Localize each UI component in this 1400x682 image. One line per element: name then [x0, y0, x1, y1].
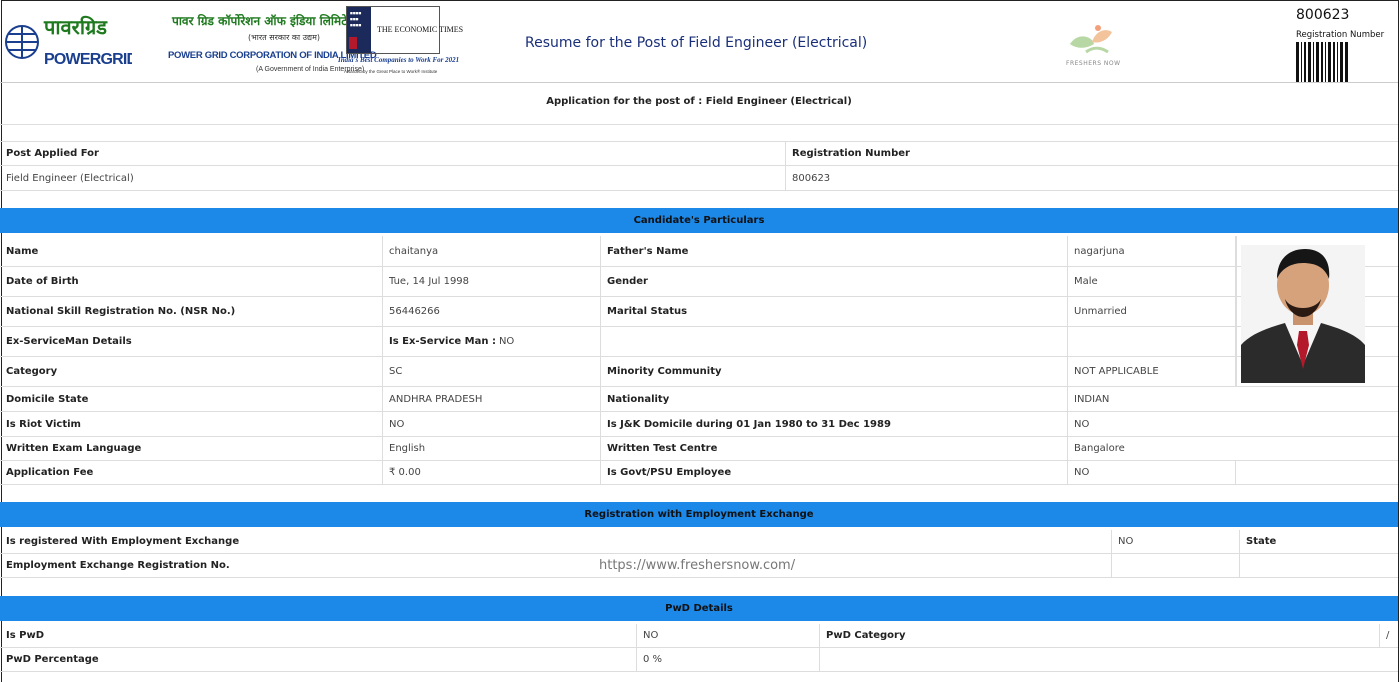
employment-registered-label: Is registered With Employment Exchange	[0, 530, 1112, 553]
employment-registered-value: NO	[1112, 530, 1240, 553]
company-name-hindi: पावर ग्रिड कॉर्पोरेशन ऑफ इंडिया लिमिटेड	[172, 14, 354, 28]
post-applied-label: Post Applied For	[0, 142, 786, 165]
nationality-value: INDIAN	[1074, 393, 1110, 405]
header-registration-label: Registration Number	[1296, 30, 1385, 40]
nsr-value: 56446266	[383, 297, 601, 326]
employment-row: Is registered With Employment Exchange N…	[0, 530, 1398, 554]
employment-reg-no-value	[1112, 554, 1240, 577]
et-title: THE ECONOMIC TIMES	[377, 25, 464, 34]
name-label: Name	[0, 236, 383, 266]
jk-domicile-value: NO	[1074, 418, 1090, 430]
candidate-particulars-banner: Candidate's Particulars	[0, 208, 1398, 233]
pwd-category-label: PwD Category	[820, 624, 1380, 647]
gender-label: Gender	[601, 267, 1068, 296]
application-fee-value: ₹ 0.00	[383, 461, 601, 484]
candidate-row: Date of Birth Tue, 14 Jul 1998 Gender Ma…	[0, 267, 1398, 297]
company-hindi-sub: (भारत सरकार का उद्यम)	[248, 33, 320, 42]
candidate-row: Name chaitanya Father's Name nagarjuna	[0, 236, 1398, 267]
employment-state-label: State	[1246, 536, 1277, 547]
candidate-photo	[1241, 245, 1365, 383]
application-post-heading: Application for the post of : Field Engi…	[546, 96, 852, 107]
page-header: पावरग्रिड POWERGRID पावर ग्रिड कॉर्पोरेश…	[0, 0, 1398, 83]
dob-label: Date of Birth	[0, 267, 383, 296]
nsr-label: National Skill Registration No. (NSR No.…	[0, 297, 383, 326]
pwd-details-banner: PwD Details	[0, 596, 1398, 621]
govt-employee-value: NO	[1068, 461, 1236, 484]
pwd-row: PwD Percentage 0 %	[0, 648, 1398, 672]
page-title: Resume for the Post of Field Engineer (E…	[525, 35, 868, 51]
jk-domicile-label: Is J&K Domicile during 01 Jan 1980 to 31…	[601, 412, 1068, 436]
pwd-empty-cell	[820, 648, 1398, 671]
riot-victim-label: Is Riot Victim	[0, 412, 383, 436]
gender-value: Male	[1068, 267, 1236, 296]
ex-serviceman-inline-value: NO	[498, 336, 515, 347]
riot-victim-value: NO	[383, 412, 601, 436]
candidate-row: National Skill Registration No. (NSR No.…	[0, 297, 1398, 327]
application-fee-label: Application Fee	[0, 461, 383, 484]
candidate-row: Ex-ServiceMan Details Is Ex-Service Man …	[0, 327, 1398, 357]
domicile-value: ANDHRA PRADESH	[383, 387, 601, 411]
minority-label: Minority Community	[601, 357, 1068, 386]
nationality-label: Nationality	[601, 387, 1068, 411]
ex-serviceman-inline-label: Is Ex-Service Man :	[389, 336, 496, 347]
employment-exchange-banner: Registration with Employment Exchange	[0, 502, 1398, 527]
exam-language-value: English	[383, 437, 601, 460]
gptw-badge: ■■■■ ■■■ ■■■■	[347, 7, 371, 53]
et-tagline-sub: Awarded by the Great Place to Work® Inst…	[344, 69, 438, 74]
test-centre-label: Written Test Centre	[601, 437, 1068, 460]
exam-language-label: Written Exam Language	[0, 437, 383, 460]
candidate-row: Is Riot Victim NO Is J&K Domicile during…	[0, 412, 1398, 437]
candidate-row: Category SC Minority Community NOT APPLI…	[0, 357, 1398, 387]
candidate-photo-cell	[1236, 236, 1398, 387]
marital-status-label: Marital Status	[601, 297, 1068, 326]
logo-english-text: POWERGRID	[44, 51, 132, 68]
ex-serviceman-label: Ex-ServiceMan Details	[0, 327, 383, 356]
pwd-row: Is PwD NO PwD Category /	[0, 624, 1398, 648]
pwd-category-value: /	[1386, 630, 1390, 641]
post-table-header-row: Post Applied For Registration Number	[0, 142, 1398, 166]
barcode-icon	[1296, 42, 1348, 82]
registration-number-label: Registration Number	[792, 148, 910, 159]
govt-employee-label: Is Govt/PSU Employee	[601, 461, 1068, 484]
header-registration-number: 800623	[1296, 7, 1350, 23]
divider	[0, 124, 1398, 125]
name-value: chaitanya	[383, 236, 601, 266]
candidate-row: Written Exam Language English Written Te…	[0, 437, 1398, 461]
is-pwd-value: NO	[637, 624, 820, 647]
is-pwd-label: Is PwD	[0, 624, 637, 647]
employment-state-value	[1240, 554, 1398, 577]
freshersnow-logo-icon	[1070, 25, 1112, 54]
empty-value	[1068, 327, 1236, 356]
pwd-percentage-value: 0 %	[637, 648, 820, 671]
post-applied-value: Field Engineer (Electrical)	[0, 166, 786, 190]
candidate-row: Application Fee ₹ 0.00 Is Govt/PSU Emplo…	[0, 461, 1398, 485]
category-value: SC	[383, 357, 601, 386]
minority-value: NOT APPLICABLE	[1068, 357, 1236, 386]
father-name-value: nagarjuna	[1068, 236, 1236, 266]
ex-serviceman-value: Is Ex-Service Man : NO	[383, 327, 601, 356]
dob-value: Tue, 14 Jul 1998	[383, 267, 601, 296]
father-name-label: Father's Name	[601, 236, 1068, 266]
powergrid-logo: पावरग्रिड POWERGRID	[5, 15, 132, 68]
employment-reg-no-label: Employment Exchange Registration No.	[0, 554, 1112, 577]
marital-status-value: Unmarried	[1068, 297, 1236, 326]
domicile-label: Domicile State	[0, 387, 383, 411]
test-centre-value: Bangalore	[1074, 443, 1125, 454]
et-award-badge: ■■■■ ■■■ ■■■■ THE ECONOMIC TIMES	[346, 6, 463, 54]
empty-label	[601, 327, 1068, 356]
candidate-row: Domicile State ANDHRA PRADESH Nationalit…	[0, 387, 1398, 412]
category-label: Category	[0, 357, 383, 386]
et-tagline: India's Best Companies to Work For 2021	[338, 56, 460, 64]
watermark-url: https://www.freshersnow.com/	[599, 558, 796, 573]
pwd-percentage-label: PwD Percentage	[0, 648, 637, 671]
registration-number-value: 800623	[792, 172, 831, 184]
logo-hindi-text: पावरग्रिड	[43, 15, 108, 39]
freshersnow-brand: FRESHERS NOW	[1066, 60, 1121, 67]
post-table-value-row: Field Engineer (Electrical) 800623	[0, 166, 1398, 191]
